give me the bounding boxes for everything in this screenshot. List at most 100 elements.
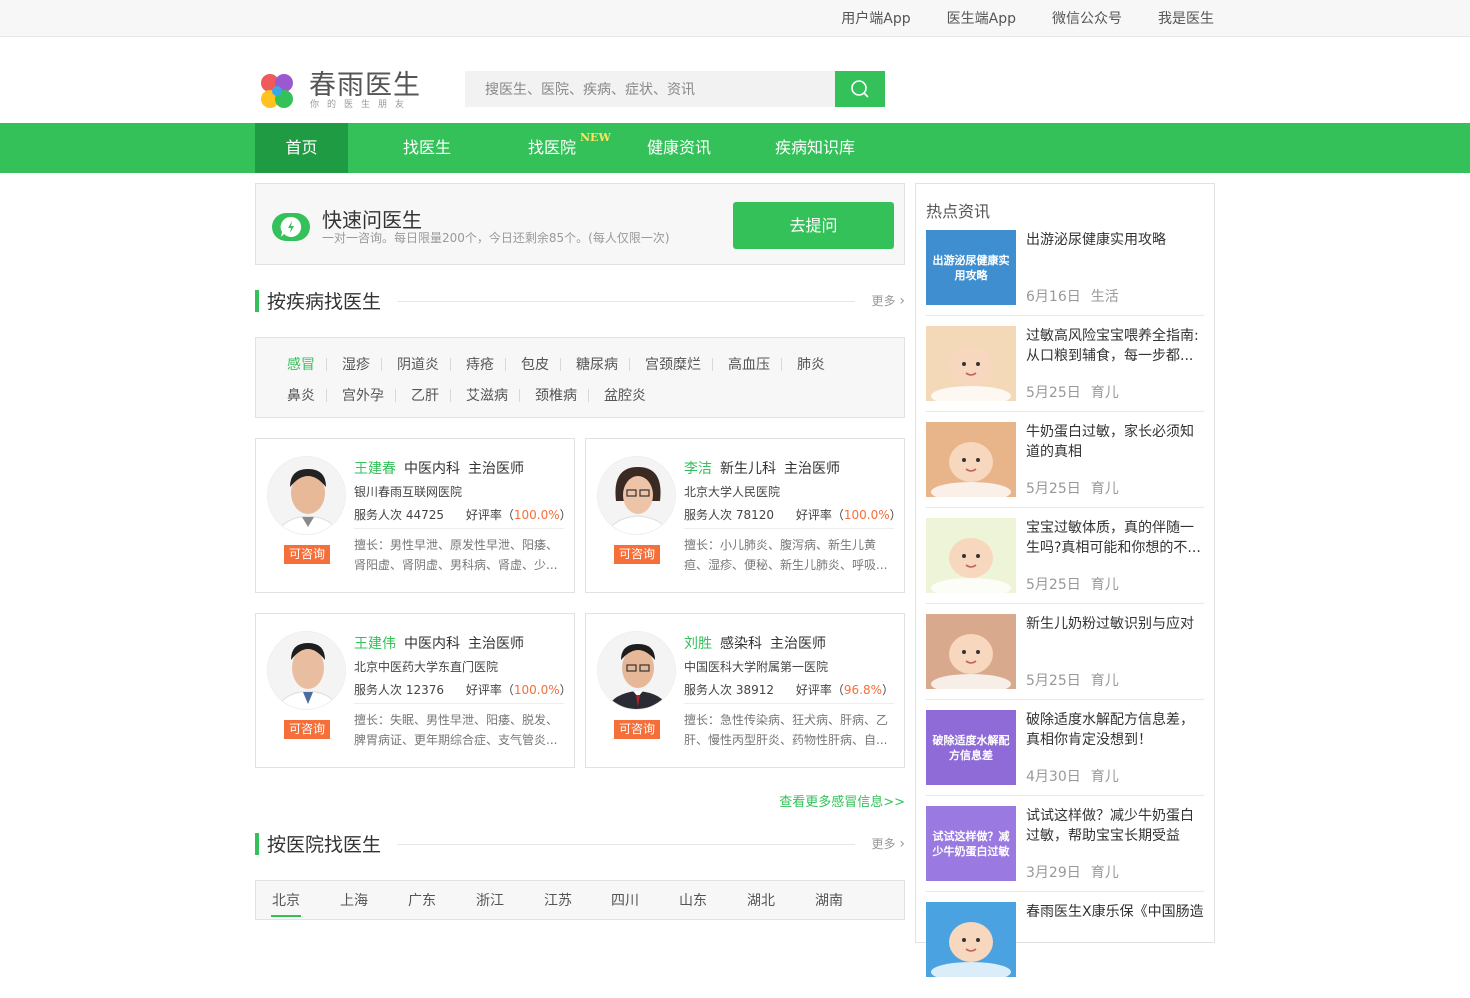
city-tab[interactable]: 四川 bbox=[611, 890, 639, 910]
news-tag[interactable]: 生活 bbox=[1091, 289, 1119, 305]
news-title[interactable]: 春雨医生X康乐保《中国肠造 bbox=[1026, 902, 1204, 922]
city-tabs: 北京 上海 广东 浙江 江苏 四川 山东 湖北 湖南 bbox=[255, 880, 905, 920]
baby-illustration-icon bbox=[931, 634, 1011, 689]
more-cold-info-link[interactable]: 查看更多感冒信息>> bbox=[700, 791, 905, 810]
i-am-doctor-link[interactable]: 我是医生 bbox=[1158, 8, 1214, 28]
news-item[interactable]: 破除适度水解配方信息差 破除适度水解配方信息差，真相你肯定没想到！ 4月30日 育儿 bbox=[926, 710, 1204, 806]
doctor-card[interactable]: 可咨询 刘胜 感染科 主治医师 中国医科大学附属第一医院 服务人次 38912 … bbox=[585, 613, 905, 768]
doctor-stats: 服务人次 78120 好评率（100.0%） bbox=[684, 508, 902, 522]
disease-item[interactable]: 感冒 bbox=[287, 354, 315, 374]
divider bbox=[629, 358, 630, 371]
rating-value: 100.0% bbox=[513, 508, 560, 522]
doctor-app-link[interactable]: 医生端App bbox=[947, 8, 1016, 28]
disease-item[interactable]: 艾滋病 bbox=[466, 385, 508, 405]
doctor-title: 主治医师 bbox=[468, 461, 524, 477]
nav-find-hospital[interactable]: 找医院 NEW bbox=[510, 123, 611, 173]
doctor-name[interactable]: 李洁 bbox=[684, 458, 712, 478]
disease-item[interactable]: 阴道炎 bbox=[397, 354, 439, 374]
consult-badge[interactable]: 可咨询 bbox=[614, 545, 660, 564]
disease-item[interactable]: 湿疹 bbox=[342, 354, 370, 374]
news-item[interactable]: 试试这样做？减少牛奶蛋白过敏 试试这样做？减少牛奶蛋白过敏，帮助宝宝长期受益 3月2… bbox=[926, 806, 1204, 902]
more-link[interactable]: 更多 › bbox=[872, 292, 905, 309]
news-tag[interactable]: 育儿 bbox=[1091, 385, 1119, 401]
news-item[interactable]: 过敏高风险宝宝喂养全指南:从口粮到辅食，每一步都... 5月25日 育儿 bbox=[926, 326, 1204, 422]
news-tag[interactable]: 育儿 bbox=[1091, 673, 1119, 689]
wechat-link[interactable]: 微信公众号 bbox=[1052, 8, 1122, 28]
news-thumbnail[interactable] bbox=[926, 902, 1016, 977]
nav-disease-library[interactable]: 疾病知识库 bbox=[760, 123, 870, 173]
city-tab[interactable]: 广东 bbox=[408, 890, 436, 910]
search-button[interactable] bbox=[835, 71, 885, 107]
news-thumbnail[interactable] bbox=[926, 326, 1016, 401]
disease-item[interactable]: 肺炎 bbox=[797, 354, 825, 374]
news-item[interactable]: 新生儿奶粉过敏识别与应对 5月25日 育儿 bbox=[926, 614, 1204, 710]
news-title[interactable]: 试试这样做？减少牛奶蛋白过敏，帮助宝宝长期受益 bbox=[1026, 806, 1204, 846]
logo-petals-icon bbox=[261, 74, 293, 108]
city-tab[interactable]: 湖南 bbox=[815, 890, 843, 910]
news-tag[interactable]: 育儿 bbox=[1091, 865, 1119, 881]
news-tag[interactable]: 育儿 bbox=[1091, 481, 1119, 497]
disease-item[interactable]: 宫颈糜烂 bbox=[645, 354, 701, 374]
doctor-name[interactable]: 王建伟 bbox=[354, 633, 396, 653]
news-title[interactable]: 牛奶蛋白过敏，家长必须知道的真相 bbox=[1026, 422, 1204, 462]
disease-item[interactable]: 包皮 bbox=[521, 354, 549, 374]
city-tab[interactable]: 浙江 bbox=[476, 890, 504, 910]
rating-label: 好评率 bbox=[465, 508, 502, 522]
disease-item[interactable]: 乙肝 bbox=[411, 385, 439, 405]
doctor-photo-icon bbox=[268, 457, 345, 534]
logo[interactable]: 春雨医生 你的医生朋友 bbox=[257, 67, 427, 113]
doctor-name[interactable]: 王建春 bbox=[354, 458, 396, 478]
news-thumbnail[interactable] bbox=[926, 614, 1016, 689]
served-label: 服务人次 bbox=[354, 683, 403, 697]
doctor-stats: 服务人次 44725 好评率（100.0%） bbox=[354, 508, 572, 522]
disease-item[interactable]: 高血压 bbox=[728, 354, 770, 374]
more-label: 更多 bbox=[871, 294, 896, 308]
doctor-card[interactable]: 可咨询 王建春 中医内科 主治医师 银川春雨互联网医院 服务人次 44725 好… bbox=[255, 438, 575, 593]
disease-item[interactable]: 痔疮 bbox=[466, 354, 494, 374]
news-thumbnail[interactable]: 试试这样做？减少牛奶蛋白过敏 bbox=[926, 806, 1016, 881]
search-input[interactable] bbox=[465, 71, 835, 107]
news-item[interactable]: 牛奶蛋白过敏，家长必须知道的真相 5月25日 育儿 bbox=[926, 422, 1204, 518]
news-title[interactable]: 过敏高风险宝宝喂养全指南:从口粮到辅食，每一步都... bbox=[1026, 326, 1204, 366]
consult-badge[interactable]: 可咨询 bbox=[284, 545, 330, 564]
ask-button[interactable]: 去提问 bbox=[733, 202, 894, 249]
doctor-card[interactable]: 可咨询 李洁 新生儿科 主治医师 北京大学人民医院 服务人次 78120 好评率… bbox=[585, 438, 905, 593]
consult-badge[interactable]: 可咨询 bbox=[284, 720, 330, 739]
news-title[interactable]: 宝宝过敏体质，真的伴随一生吗?真相可能和你想的不... bbox=[1026, 518, 1204, 558]
hot-news-panel: 热点资讯 出游泌尿健康实用攻略 出游泌尿健康实用攻略 6月16日 生活 过敏高风险宝宝喂… bbox=[915, 183, 1215, 977]
nav-health-news[interactable]: 健康资讯 bbox=[637, 123, 721, 173]
doctor-card[interactable]: 可咨询 王建伟 中医内科 主治医师 北京中医药大学东直门医院 服务人次 1237… bbox=[255, 613, 575, 768]
disease-item[interactable]: 宫外孕 bbox=[342, 385, 384, 405]
news-thumbnail[interactable]: 破除适度水解配方信息差 bbox=[926, 710, 1016, 785]
news-title[interactable]: 出游泌尿健康实用攻略 bbox=[1026, 230, 1204, 250]
city-tab[interactable]: 山东 bbox=[679, 890, 707, 910]
news-thumbnail[interactable] bbox=[926, 422, 1016, 497]
news-tag[interactable]: 育儿 bbox=[1091, 769, 1119, 785]
nav-home[interactable]: 首页 bbox=[255, 123, 348, 173]
news-item[interactable]: 春雨医生X康乐保《中国肠造 bbox=[926, 902, 1204, 998]
city-tab[interactable]: 湖北 bbox=[747, 890, 775, 910]
more-link[interactable]: 更多 › bbox=[872, 835, 905, 852]
city-tab[interactable]: 江苏 bbox=[544, 890, 572, 910]
city-tab[interactable]: 北京 bbox=[272, 890, 300, 910]
disease-item[interactable]: 颈椎病 bbox=[535, 385, 577, 405]
consult-badge[interactable]: 可咨询 bbox=[614, 720, 660, 739]
user-app-link[interactable]: 用户端App bbox=[841, 8, 910, 28]
divider bbox=[712, 358, 713, 371]
news-thumbnail[interactable] bbox=[926, 518, 1016, 593]
divider bbox=[926, 507, 1204, 508]
news-title[interactable]: 新生儿奶粉过敏识别与应对 bbox=[1026, 614, 1204, 634]
news-item[interactable]: 出游泌尿健康实用攻略 出游泌尿健康实用攻略 6月16日 生活 bbox=[926, 230, 1204, 326]
news-tag[interactable]: 育儿 bbox=[1091, 577, 1119, 593]
disease-item[interactable]: 鼻炎 bbox=[287, 385, 315, 405]
doctor-name[interactable]: 刘胜 bbox=[684, 633, 712, 653]
news-title[interactable]: 破除适度水解配方信息差，真相你肯定没想到！ bbox=[1026, 710, 1204, 750]
city-tab[interactable]: 上海 bbox=[340, 890, 368, 910]
disease-item[interactable]: 糖尿病 bbox=[576, 354, 618, 374]
nav-find-doctor[interactable]: 找医生 bbox=[385, 123, 469, 173]
main-nav: 首页 找医生 找医院 NEW 健康资讯 疾病知识库 bbox=[0, 123, 1470, 173]
divider bbox=[684, 528, 894, 529]
news-thumbnail[interactable]: 出游泌尿健康实用攻略 bbox=[926, 230, 1016, 305]
news-item[interactable]: 宝宝过敏体质，真的伴随一生吗?真相可能和你想的不... 5月25日 育儿 bbox=[926, 518, 1204, 614]
disease-item[interactable]: 盆腔炎 bbox=[604, 385, 646, 405]
